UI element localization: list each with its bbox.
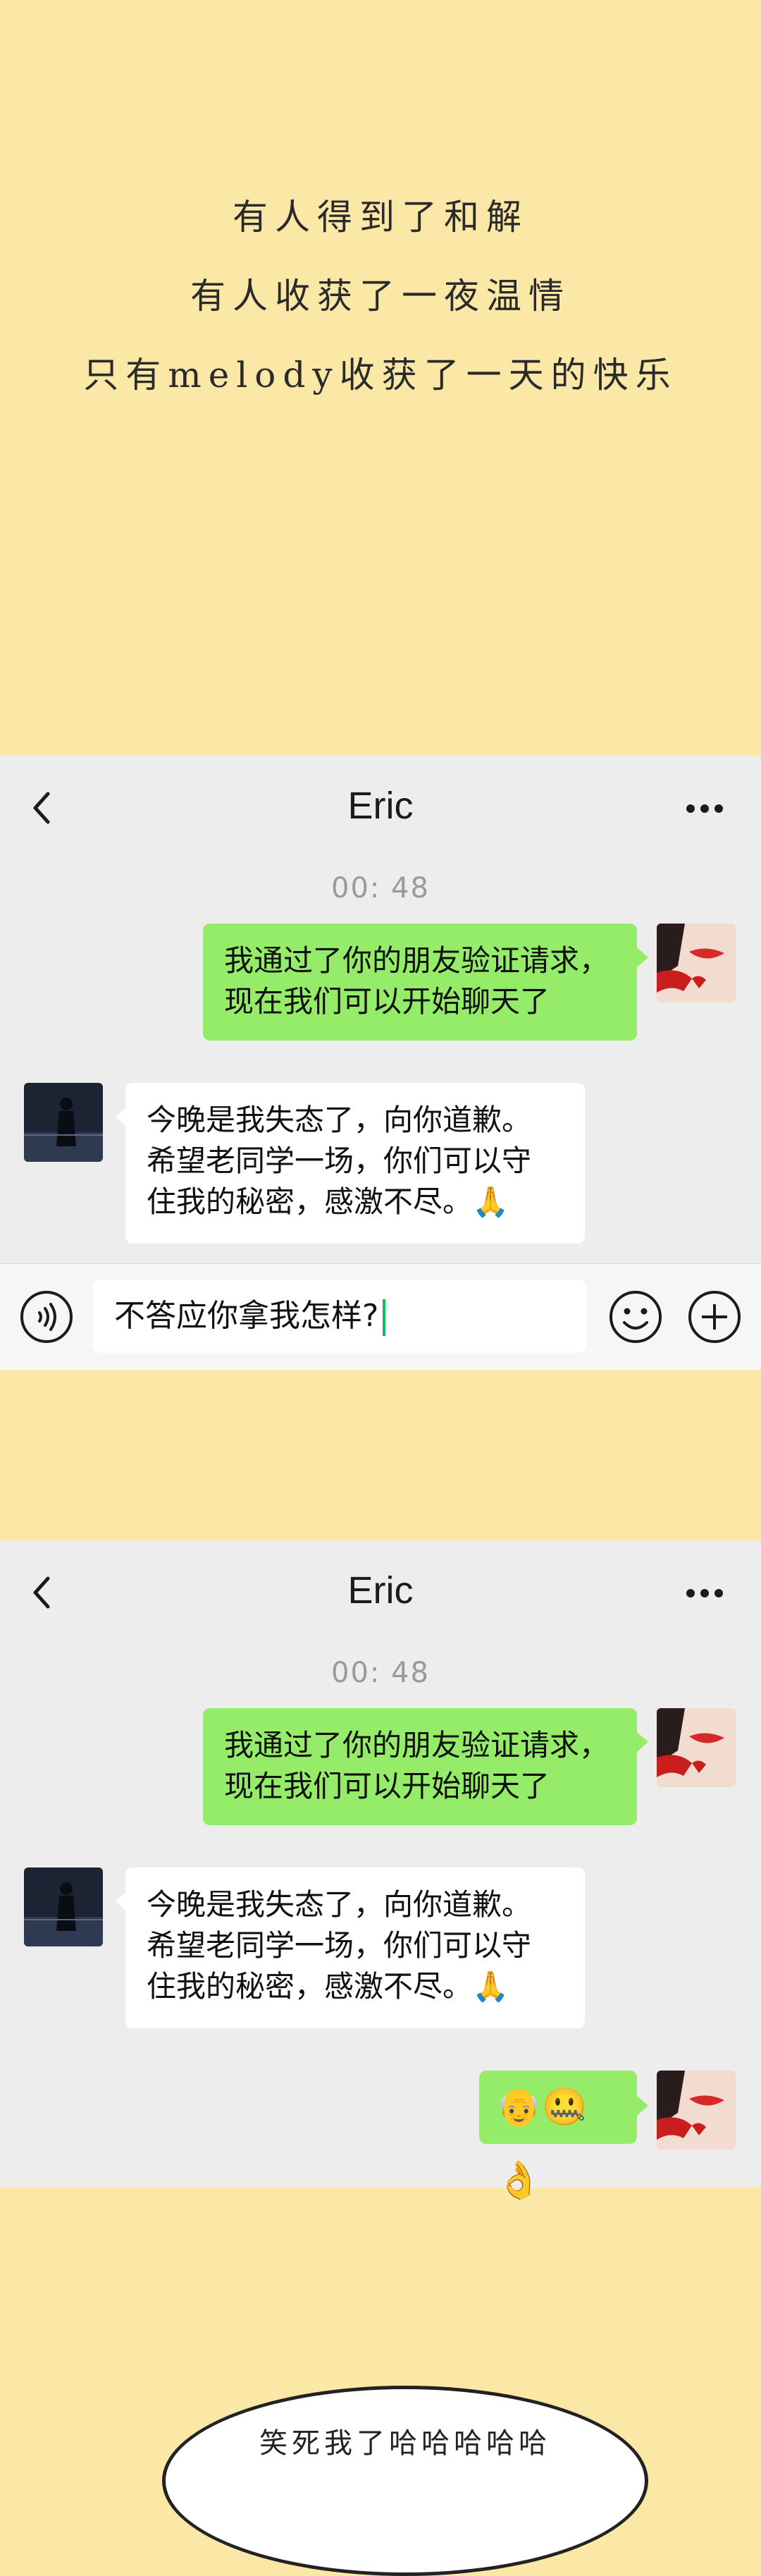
thought-bubble: 笑死我了哈哈哈哈哈 (162, 2386, 648, 2576)
bubble-tail (637, 1732, 648, 1752)
avatar-self-icon (657, 2071, 736, 2149)
avatar-self-icon (657, 1708, 736, 1787)
message-bubble-sent[interactable]: 我通过了你的朋友验证请求， 现在我们可以开始聊天了 (203, 924, 637, 1041)
avatar-eric[interactable] (24, 1083, 103, 1162)
avatar-self[interactable] (657, 2071, 736, 2149)
avatar-self[interactable] (657, 1708, 736, 1787)
chat-title: Eric (347, 785, 414, 827)
message-bubble-received[interactable]: 今晚是我失态了，向你道歉。 希望老同学一场，你们可以守 住我的秘密，感激不尽。🙏 (125, 1867, 585, 2028)
bubble-tail (637, 947, 648, 967)
avatar-eric-icon (24, 1083, 103, 1162)
chat-panel-1: Eric 00: 48 我通过了你的朋友验证请求， 现在我们可以开始聊天了 今晚… (0, 756, 761, 1370)
thought-text: 笑死我了哈哈哈哈哈 (259, 2427, 551, 2460)
message-bubble-received[interactable]: 今晚是我失态了，向你道歉。 希望老同学一场，你们可以守 住我的秘密，感激不尽。🙏 (125, 1083, 585, 1244)
emoji-icon[interactable] (607, 1289, 664, 1345)
chat-panel-2: Eric 00: 48 我通过了你的朋友验证请求， 现在我们可以开始聊天了 今晚… (0, 1540, 761, 2202)
avatar-self-icon (657, 924, 736, 1002)
intro-line-3: 只有melody收获了一天的快乐 (83, 355, 678, 395)
message-bubble-emoji[interactable]: 👴🤐👌 (479, 2071, 637, 2202)
add-icon[interactable] (686, 1289, 743, 1345)
intro-line-1: 有人得到了和解 (233, 197, 528, 238)
bubble-tail (637, 2096, 648, 2116)
more-options-icon[interactable] (676, 791, 733, 826)
avatar-eric-icon (24, 1867, 103, 1946)
avatar-eric[interactable] (24, 1867, 103, 1946)
avatar-self[interactable] (657, 924, 736, 1002)
more-options-icon[interactable] (676, 1576, 733, 1611)
chat-title: Eric (347, 1569, 414, 1612)
message-timestamp: 00: 48 (331, 1657, 430, 1689)
message-input[interactable]: 不答应你拿我怎样? (93, 1280, 586, 1353)
chat-header: Eric (0, 1540, 761, 1646)
text-caret (383, 1299, 386, 1336)
intro-section: 有人得到了和解 有人收获了一夜温情 只有melody收获了一天的快乐 (0, 0, 761, 756)
input-bar: 不答应你拿我怎样? (0, 1263, 761, 1370)
intro-line-2: 有人收获了一夜温情 (190, 276, 571, 317)
message-timestamp: 00: 48 (331, 872, 430, 904)
chat-header: Eric (0, 756, 761, 861)
voice-input-icon[interactable] (18, 1289, 75, 1345)
message-bubble-sent[interactable]: 我通过了你的朋友验证请求， 现在我们可以开始聊天了 (203, 1708, 637, 1825)
message-input-value: 不答应你拿我怎样? (114, 1298, 379, 1334)
